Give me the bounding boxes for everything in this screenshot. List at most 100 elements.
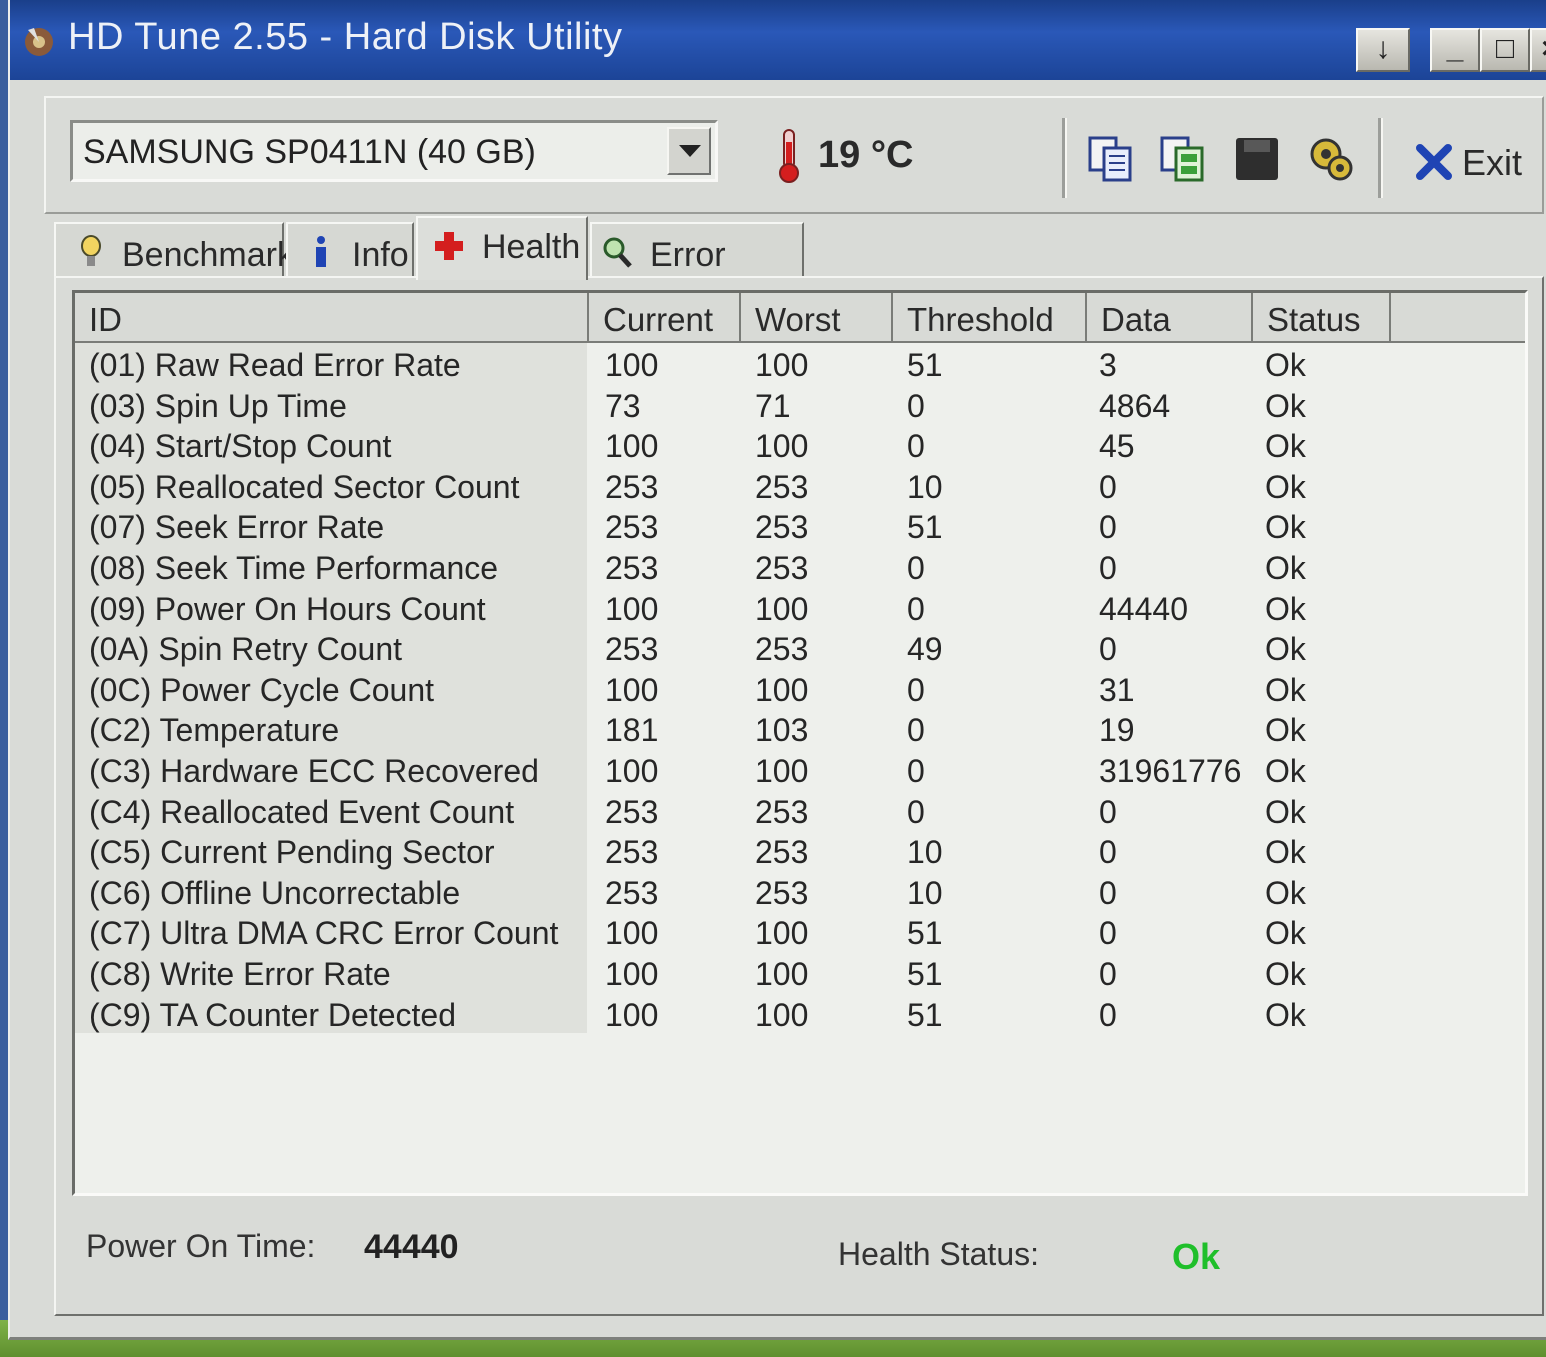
cell-data: 0 xyxy=(1099,874,1117,911)
cell-status: Ok xyxy=(1265,956,1306,992)
cell-id: (C4) Reallocated Event Count xyxy=(89,793,515,830)
cell-id: (C3) Hardware ECC Recovered xyxy=(89,753,539,789)
copy-all-icon[interactable] xyxy=(1158,134,1208,184)
cell-current: 253 xyxy=(605,468,659,505)
table-row[interactable]: (C3) Hardware ECC Recovered 100 100 0 319617… xyxy=(75,753,1525,794)
copy-icon[interactable] xyxy=(1086,134,1136,184)
cell-current: 100 xyxy=(605,753,659,789)
table-row[interactable]: (03) Spin Up Time 73 71 0 4864 Ok xyxy=(75,388,1525,429)
cell-status: Ok xyxy=(1265,793,1306,830)
column-header-status[interactable]: Status xyxy=(1253,293,1391,343)
cell-threshold: 51 xyxy=(907,956,943,992)
cell-current: 253 xyxy=(605,631,659,668)
tab-info[interactable]: Info xyxy=(286,222,414,278)
table-row[interactable]: (07) Seek Error Rate 253 253 51 0 Ok xyxy=(75,509,1525,550)
power-on-time-label: Power On Time: xyxy=(86,1228,316,1264)
cell-worst: 100 xyxy=(755,956,809,992)
cell-status: Ok xyxy=(1265,631,1306,668)
cell-status: Ok xyxy=(1265,874,1306,911)
column-header-data[interactable]: Data xyxy=(1087,293,1253,343)
cell-current: 100 xyxy=(605,996,659,1033)
table-row[interactable]: (C8) Write Error Rate 100 100 51 0 Ok xyxy=(75,956,1525,997)
info-icon xyxy=(316,236,326,267)
table-row[interactable]: (C7) Ultra DMA CRC Error Count 100 100 51 0 O… xyxy=(75,915,1525,956)
cell-worst: 100 xyxy=(755,753,809,789)
cell-current: 100 xyxy=(605,956,659,992)
title-bar[interactable]: HD Tune 2.55 - Hard Disk Utility ↓ _ □ × xyxy=(10,0,1546,80)
close-icon xyxy=(1416,144,1452,180)
tab-strip: Benchmark Info Health Error Scan xyxy=(54,216,854,313)
table-row[interactable]: (0C) Power Cycle Count 100 100 0 31 Ok xyxy=(75,672,1525,713)
window-title: HD Tune 2.55 - Hard Disk Utility xyxy=(68,16,623,58)
chevron-down-icon[interactable] xyxy=(667,127,711,175)
table-row[interactable]: (C5) Current Pending Sector 253 253 10 0 Ok xyxy=(75,834,1525,875)
cell-data: 45 xyxy=(1099,428,1135,465)
benchmark-icon xyxy=(81,235,101,266)
options-icon[interactable] xyxy=(1306,134,1356,184)
health-status-value: Ok xyxy=(1172,1236,1221,1277)
table-row[interactable]: (01) Raw Read Error Rate 100 100 51 3 Ok xyxy=(75,347,1525,388)
menu-button[interactable]: ↓ xyxy=(1356,28,1410,72)
tab-health[interactable]: Health xyxy=(416,216,588,280)
exit-label: Exit xyxy=(1462,142,1523,183)
cell-worst: 100 xyxy=(755,428,809,465)
cell-data: 44440 xyxy=(1099,590,1188,627)
table-row[interactable]: (05) Reallocated Sector Count 253 253 10 0 Ok xyxy=(75,469,1525,510)
table-row[interactable]: (C6) Offline Uncorrectable 253 253 10 0 Ok xyxy=(75,875,1525,916)
cell-current: 253 xyxy=(605,509,659,546)
maximize-button[interactable]: □ xyxy=(1480,28,1530,72)
cell-threshold: 0 xyxy=(907,712,925,749)
table-row[interactable]: (09) Power On Hours Count 100 100 0 44440 Ok xyxy=(75,591,1525,632)
drive-select[interactable]: SAMSUNG SP0411N (40 GB) xyxy=(70,120,718,182)
cell-worst: 100 xyxy=(755,996,809,1033)
cell-worst: 253 xyxy=(755,509,809,546)
close-button[interactable]: × xyxy=(1530,28,1546,72)
cell-status: Ok xyxy=(1265,347,1306,383)
table-row[interactable]: (C9) TA Counter Detected 100 100 51 0 Ok xyxy=(75,997,1525,1038)
app-icon xyxy=(25,28,53,56)
drive-select-value: SAMSUNG SP0411N (40 GB) xyxy=(83,133,536,171)
smart-table[interactable]: ID Current Worst Threshold Data Status (… xyxy=(72,290,1528,1196)
tab-error-scan[interactable]: Error Scan xyxy=(590,222,804,313)
health-status-label: Health Status: xyxy=(838,1236,1039,1272)
cell-data: 0 xyxy=(1099,793,1117,830)
cell-current: 100 xyxy=(605,915,659,952)
tab-benchmark[interactable]: Benchmark xyxy=(54,222,294,278)
power-on-time-value: 44440 xyxy=(364,1228,459,1266)
cell-threshold: 0 xyxy=(907,428,925,465)
table-row[interactable]: (08) Seek Time Performance 253 253 0 0 Ok xyxy=(75,550,1525,591)
cell-status: Ok xyxy=(1265,387,1306,424)
cell-id: (09) Power On Hours Count xyxy=(89,590,486,627)
tab-info-label: Info xyxy=(352,236,409,274)
app-window: HD Tune 2.55 - Hard Disk Utility ↓ _ □ ×… xyxy=(8,0,1546,1340)
cell-data: 4864 xyxy=(1099,387,1171,424)
cell-data: 0 xyxy=(1099,468,1117,505)
table-row[interactable]: (C4) Reallocated Event Count 253 253 0 0 Ok xyxy=(75,794,1525,835)
toolbar: SAMSUNG SP0411N (40 GB) 19 °C Exit xyxy=(44,96,1544,214)
column-header-worst[interactable]: Worst xyxy=(741,293,893,343)
cell-threshold: 10 xyxy=(907,834,943,871)
cell-worst: 100 xyxy=(755,915,809,952)
table-row[interactable]: (04) Start/Stop Count 100 100 0 45 Ok xyxy=(75,428,1525,469)
cell-id: (C8) Write Error Rate xyxy=(89,956,391,992)
cell-id: (0C) Power Cycle Count xyxy=(89,671,434,708)
cell-data: 0 xyxy=(1099,631,1117,668)
temperature-readout: 19 °C xyxy=(818,134,914,176)
column-header-threshold[interactable]: Threshold xyxy=(893,293,1087,343)
cell-current: 253 xyxy=(605,550,659,586)
minimize-button[interactable]: _ xyxy=(1430,28,1480,72)
column-header-current[interactable]: Current xyxy=(589,293,741,343)
save-icon[interactable] xyxy=(1232,134,1282,184)
cell-id: (C5) Current Pending Sector xyxy=(89,834,495,871)
cell-id: (07) Seek Error Rate xyxy=(89,509,385,546)
cell-id: (C7) Ultra DMA CRC Error Count xyxy=(89,915,559,952)
cell-id: (C9) TA Counter Detected xyxy=(89,996,456,1033)
table-row[interactable]: (C2) Temperature 181 103 0 19 Ok xyxy=(75,712,1525,753)
table-row[interactable]: (0A) Spin Retry Count 253 253 49 0 Ok xyxy=(75,631,1525,672)
thermometer-icon xyxy=(779,129,799,183)
cell-current: 181 xyxy=(605,712,659,749)
cell-id: (C6) Offline Uncorrectable xyxy=(89,874,461,911)
column-header-id[interactable]: ID xyxy=(75,293,589,343)
cell-current: 100 xyxy=(605,428,659,465)
cell-worst: 253 xyxy=(755,874,809,911)
